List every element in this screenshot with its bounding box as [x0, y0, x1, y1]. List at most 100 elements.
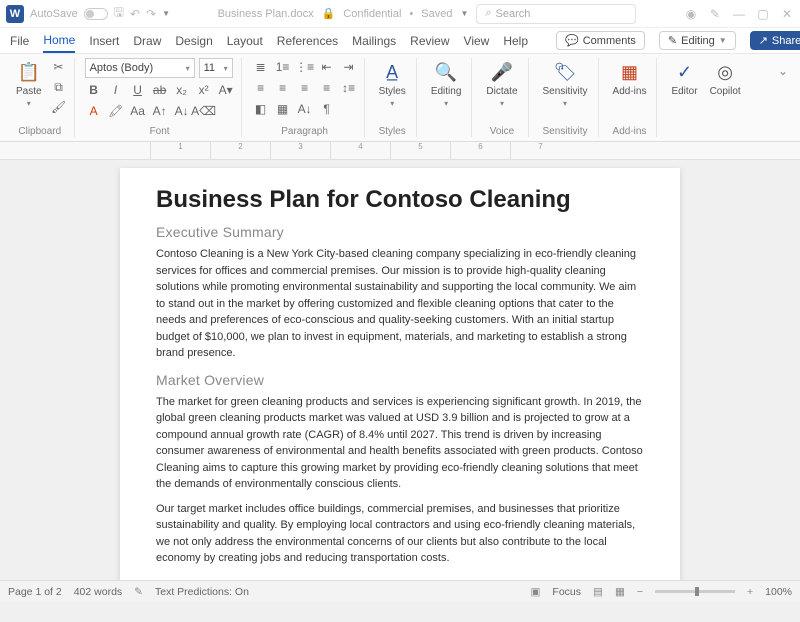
- text-predictions[interactable]: Text Predictions: On: [155, 586, 249, 598]
- tab-references[interactable]: References: [277, 30, 338, 52]
- doc-heading-2[interactable]: Financial Projections: [156, 577, 644, 581]
- comments-button[interactable]: 💬Comments: [556, 31, 645, 50]
- group-sensitivity: 🏷Sensitivity▾ Sensitivity: [533, 58, 599, 137]
- align-center-button[interactable]: ≡: [274, 79, 292, 97]
- tab-design[interactable]: Design: [175, 30, 212, 52]
- search-input[interactable]: ⌕ Search: [476, 4, 636, 24]
- collapse-ribbon-icon[interactable]: ⌄: [772, 58, 794, 84]
- group-addins: ▦Add-ins Add-ins: [603, 58, 658, 137]
- tab-mailings[interactable]: Mailings: [352, 30, 396, 52]
- spellcheck-icon[interactable]: ✎: [134, 586, 143, 598]
- borders-button[interactable]: ▦: [274, 100, 292, 118]
- format-painter-icon[interactable]: 🖌: [50, 98, 68, 116]
- word-count[interactable]: 402 words: [74, 586, 122, 598]
- tab-draw[interactable]: Draw: [133, 30, 161, 52]
- tab-review[interactable]: Review: [410, 30, 449, 52]
- highlight-button[interactable]: 🖍: [107, 102, 125, 120]
- paste-button[interactable]: 📋 Paste▾: [12, 58, 46, 110]
- subscript-button[interactable]: x₂: [173, 81, 191, 99]
- sensitivity-button[interactable]: 🏷Sensitivity▾: [539, 58, 592, 110]
- addins-button[interactable]: ▦Add-ins: [609, 58, 651, 99]
- copilot-button[interactable]: ◎Copilot: [706, 58, 745, 99]
- change-case-button[interactable]: Aa: [129, 102, 147, 120]
- group-voice: 🎤Dictate▾ Voice: [476, 58, 528, 137]
- ribbon-tabs: File Home Insert Draw Design Layout Refe…: [0, 28, 800, 54]
- doc-heading-1[interactable]: Business Plan for Contoso Cleaning: [156, 186, 644, 214]
- editing-button[interactable]: 🔍Editing▾: [427, 58, 466, 110]
- font-color-button[interactable]: A: [85, 102, 103, 120]
- superscript-button[interactable]: x²: [195, 81, 213, 99]
- doc-paragraph[interactable]: Contoso Cleaning is a New York City-base…: [156, 246, 644, 362]
- shrink-font-button[interactable]: A↓: [173, 102, 191, 120]
- justify-button[interactable]: ≡: [318, 79, 336, 97]
- page-count[interactable]: Page 1 of 2: [8, 586, 62, 598]
- tab-help[interactable]: Help: [503, 30, 528, 52]
- tab-layout[interactable]: Layout: [227, 30, 263, 52]
- web-layout-icon[interactable]: ▦: [615, 586, 625, 598]
- autosave-toggle[interactable]: [84, 8, 108, 20]
- bold-button[interactable]: B: [85, 81, 103, 99]
- doc-heading-2[interactable]: Executive Summary: [156, 224, 644, 240]
- document-canvas[interactable]: Business Plan for Contoso Cleaning Execu…: [0, 160, 800, 580]
- styles-label: Styles: [379, 124, 406, 137]
- focus-label[interactable]: Focus: [552, 586, 581, 598]
- horizontal-ruler[interactable]: 1234567: [0, 142, 800, 160]
- location-icon[interactable]: ◉: [684, 7, 698, 21]
- zoom-out-button[interactable]: −: [637, 586, 643, 598]
- doc-heading-2[interactable]: Market Overview: [156, 372, 644, 388]
- editing-mode-button[interactable]: ✎Editing▼: [659, 31, 736, 50]
- undo-icon[interactable]: ↶: [130, 7, 140, 21]
- align-left-button[interactable]: ≡: [252, 79, 270, 97]
- bullets-button[interactable]: ≣: [252, 58, 270, 76]
- sort-button[interactable]: A↓: [296, 100, 314, 118]
- share-icon: ↗: [759, 34, 768, 47]
- show-marks-button[interactable]: ¶: [318, 100, 336, 118]
- numbering-button[interactable]: 1≡: [274, 58, 292, 76]
- tab-view[interactable]: View: [464, 30, 490, 52]
- close-button[interactable]: ✕: [780, 7, 794, 21]
- confidential-label: Confidential: [343, 8, 401, 20]
- zoom-level[interactable]: 100%: [765, 586, 792, 598]
- share-button[interactable]: ↗Share▼: [750, 31, 800, 50]
- clear-formatting-button[interactable]: A⌫: [195, 102, 213, 120]
- redo-icon[interactable]: ↷: [146, 7, 156, 21]
- shading-button[interactable]: ◧: [252, 100, 270, 118]
- doc-paragraph[interactable]: Our target market includes office buildi…: [156, 501, 644, 567]
- align-right-button[interactable]: ≡: [296, 79, 314, 97]
- strikethrough-button[interactable]: ab: [151, 81, 169, 99]
- group-font: Aptos (Body)▾ 11▾ B I U ab x₂ x² A▾ A 🖍 …: [79, 58, 242, 137]
- font-name-select[interactable]: Aptos (Body)▾: [85, 58, 195, 78]
- focus-icon[interactable]: ▣: [531, 586, 541, 598]
- qat-dropdown-icon[interactable]: ▼: [162, 9, 170, 18]
- zoom-slider[interactable]: [655, 590, 735, 593]
- editor-button[interactable]: ✓Editor: [667, 58, 701, 99]
- zoom-in-button[interactable]: +: [747, 586, 753, 598]
- tab-file[interactable]: File: [10, 30, 29, 52]
- multilevel-button[interactable]: ⋮≡: [296, 58, 314, 76]
- font-size-select[interactable]: 11▾: [199, 58, 233, 78]
- tab-home[interactable]: Home: [43, 29, 75, 53]
- decrease-indent-button[interactable]: ⇤: [318, 58, 336, 76]
- save-icon[interactable]: 🖫: [114, 3, 124, 24]
- status-bar: Page 1 of 2 402 words ✎ Text Predictions…: [0, 580, 800, 602]
- tab-insert[interactable]: Insert: [89, 30, 119, 52]
- print-layout-icon[interactable]: ▤: [593, 586, 603, 598]
- document-page[interactable]: Business Plan for Contoso Cleaning Execu…: [120, 168, 680, 580]
- styles-button[interactable]: A̲Styles▾: [375, 58, 410, 110]
- line-spacing-button[interactable]: ↕≡: [340, 79, 358, 97]
- sensitivity-label: Sensitivity: [543, 124, 588, 137]
- increase-indent-button[interactable]: ⇥: [340, 58, 358, 76]
- underline-button[interactable]: U: [129, 81, 147, 99]
- doc-paragraph[interactable]: The market for green cleaning products a…: [156, 394, 644, 493]
- minimize-button[interactable]: —: [732, 7, 746, 21]
- grow-font-button[interactable]: A↑: [151, 102, 169, 120]
- pencil-icon[interactable]: ✎: [708, 7, 722, 21]
- cut-icon[interactable]: ✂: [50, 58, 68, 76]
- italic-button[interactable]: I: [107, 81, 125, 99]
- copy-icon[interactable]: ⧉: [50, 78, 68, 96]
- paragraph-label: Paragraph: [281, 124, 328, 137]
- text-effects-button[interactable]: A▾: [217, 81, 235, 99]
- maximize-button[interactable]: ▢: [756, 7, 770, 21]
- dictate-button[interactable]: 🎤Dictate▾: [482, 58, 521, 110]
- clipboard-icon: 📋: [17, 60, 41, 84]
